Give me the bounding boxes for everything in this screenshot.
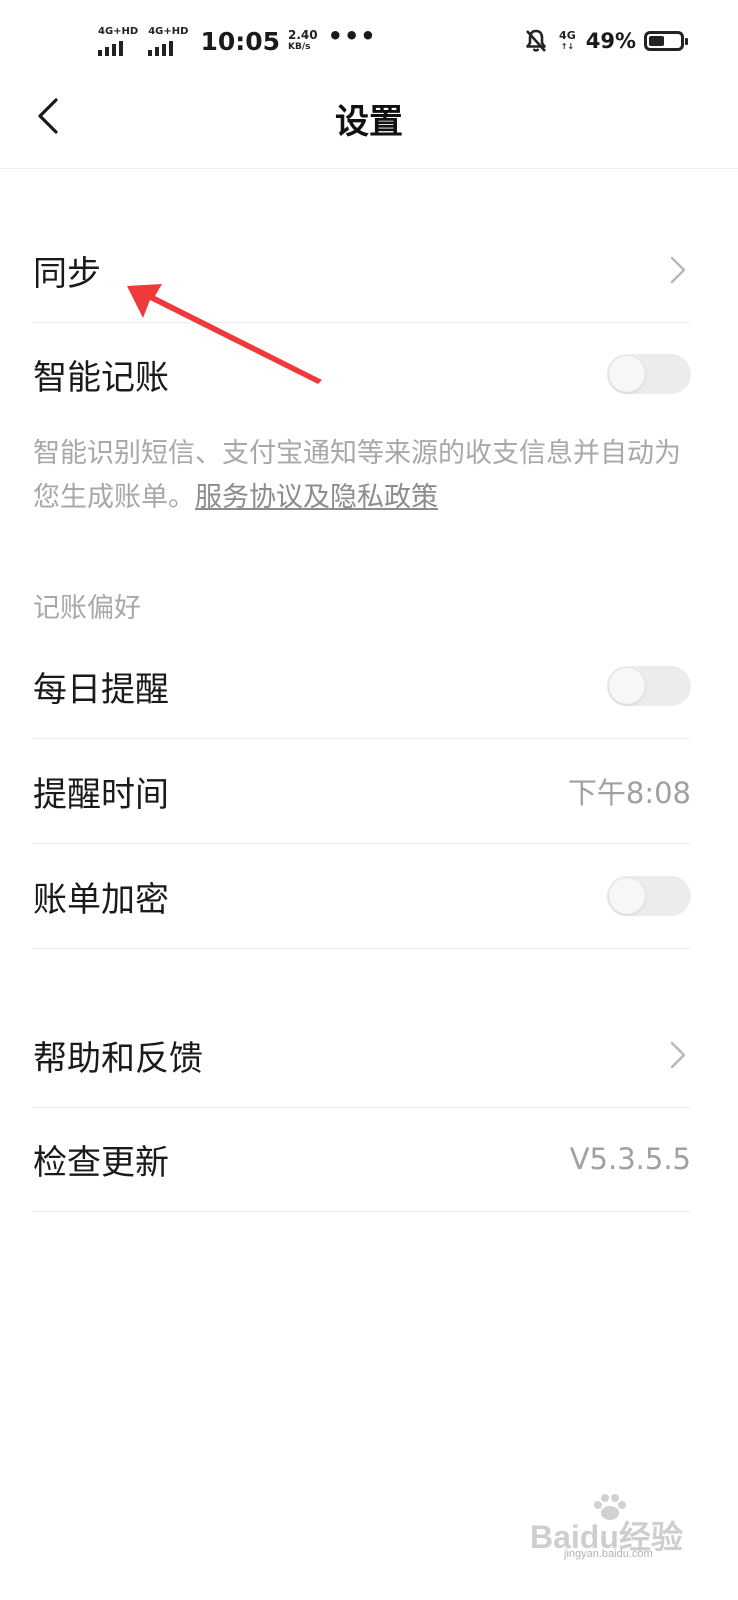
signal-2-label: 4G+HD	[148, 25, 189, 37]
bell-muted-icon	[526, 29, 547, 52]
network-speed-value: 2.40	[288, 28, 318, 42]
daily-reminder-row: 每日提醒	[33, 634, 691, 739]
mobile-data-indicator: 4G ↑↓	[559, 30, 576, 52]
network-speed-unit: KB/s	[288, 42, 311, 52]
status-bar-left: 4G+HD 4G+HD 10:05 2.40 KB/s •••	[98, 22, 377, 58]
reminder-time-row[interactable]: 提醒时间 下午8:08	[33, 739, 691, 844]
daily-reminder-toggle[interactable]	[607, 666, 691, 706]
clock: 10:05	[200, 26, 281, 56]
check-update-label: 检查更新	[33, 1142, 169, 1183]
signal-1-label: 4G+HD	[98, 25, 139, 37]
chevron-right-icon	[670, 1041, 686, 1069]
privacy-policy-link[interactable]: 服务协议及隐私政策	[195, 482, 438, 513]
network-type: 4G	[559, 29, 576, 42]
smart-bookkeeping-description: 智能识别短信、支付宝通知等来源的收支信息并自动为您生成账单。服务协议及隐私政策	[33, 432, 693, 520]
chevron-right-icon	[670, 256, 686, 284]
daily-reminder-label: 每日提醒	[33, 669, 169, 710]
baidu-watermark: Baidu经验 jingyan.baidu.com	[518, 1494, 708, 1564]
watermark-url: jingyan.baidu.com	[564, 1548, 653, 1560]
app-version: V5.3.5.5	[569, 1142, 691, 1176]
reminder-time-label: 提醒时间	[33, 774, 169, 815]
smart-bookkeeping-row: 智能记账	[33, 322, 691, 426]
signal-2: 4G+HD	[148, 25, 189, 56]
check-update-row[interactable]: 检查更新 V5.3.5.5	[33, 1107, 691, 1212]
more-notifications-icon: •••	[327, 22, 377, 50]
bill-encryption-label: 账单加密	[33, 879, 169, 920]
smart-bookkeeping-label: 智能记账	[33, 357, 169, 398]
signal-1: 4G+HD	[98, 25, 139, 56]
sync-row[interactable]: 同步	[33, 218, 691, 323]
sync-label: 同步	[33, 253, 101, 294]
bill-encryption-toggle[interactable]	[607, 876, 691, 916]
data-arrows-icon: ↑↓	[560, 42, 575, 51]
battery-level-fill	[649, 36, 664, 46]
section-title-preferences: 记账偏好	[33, 593, 141, 624]
battery-icon	[644, 31, 688, 51]
page-title: 设置	[335, 102, 403, 142]
help-feedback-row[interactable]: 帮助和反馈	[33, 1003, 691, 1108]
signal-bars-icon	[98, 40, 123, 56]
help-feedback-label: 帮助和反馈	[33, 1038, 203, 1079]
bill-encryption-row: 账单加密	[33, 844, 691, 949]
reminder-time-value: 下午8:08	[567, 776, 691, 810]
smart-bookkeeping-toggle[interactable]	[607, 354, 691, 394]
signal-bars-icon	[148, 40, 174, 56]
status-bar: 4G+HD 4G+HD 10:05 2.40 KB/s ••• 4G ↑↓ 49…	[0, 0, 738, 80]
status-bar-right: 4G ↑↓ 49%	[523, 24, 688, 58]
network-speed: 2.40 KB/s	[288, 29, 318, 53]
battery-percent: 49%	[585, 29, 636, 53]
navigation-bar: 设置	[0, 80, 738, 169]
